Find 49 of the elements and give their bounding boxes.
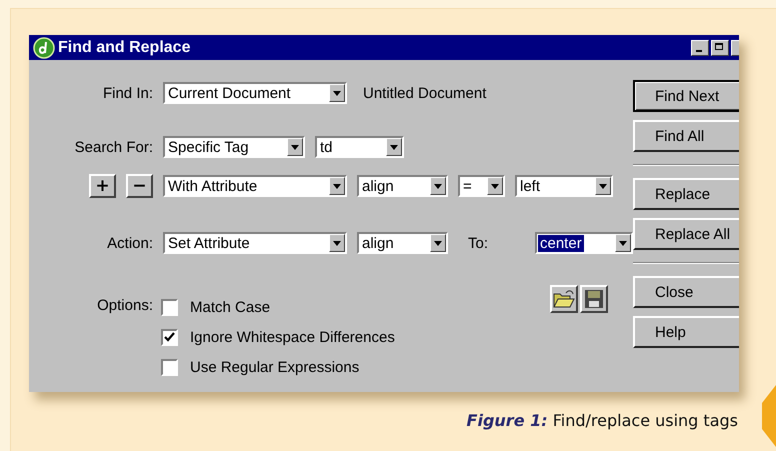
checkbox[interactable] [161, 358, 178, 376]
dropdown[interactable]: Current Document [163, 82, 347, 104]
field-label: Options: [97, 297, 153, 314]
field-label: Find In: [102, 84, 153, 102]
field-label: Action: [107, 234, 153, 252]
maximize-button[interactable] [711, 40, 729, 56]
caret-icon [291, 144, 299, 150]
dialog-button[interactable]: Find All [633, 120, 739, 152]
caret-icon [333, 184, 341, 188]
option-label: Match Case [190, 298, 270, 316]
add-button[interactable]: + [89, 174, 116, 198]
dropdown[interactable]: Set Attribute [163, 232, 347, 254]
caret-icon [599, 184, 607, 188]
dialog-button[interactable]: Find Next [633, 80, 739, 112]
document-name: Untitled Document [363, 84, 486, 102]
dropdown[interactable]: align [357, 232, 448, 254]
caret-icon [491, 184, 499, 188]
checkbox[interactable] [161, 328, 178, 346]
dialog-button[interactable]: Help [633, 316, 739, 348]
dropdown[interactable]: = [458, 175, 505, 197]
figure-caption: Figure 1: Find/replace using tags [466, 411, 738, 430]
dropdown[interactable]: Specific Tag [163, 136, 305, 158]
caret-icon [390, 144, 398, 150]
caret-icon [333, 90, 341, 96]
dialog-button[interactable]: Replace All [633, 218, 739, 250]
caret-icon [434, 240, 442, 246]
caret-icon [434, 184, 442, 188]
option-label: Ignore Whitespace Differences [190, 328, 395, 346]
field-label: Search For: [74, 138, 153, 156]
dropdown[interactable]: With Attribute [163, 175, 347, 197]
open-button[interactable] [550, 285, 578, 313]
remove-button[interactable]: − [126, 174, 153, 198]
dropdown[interactable]: left [515, 175, 613, 197]
dropdown[interactable]: td [315, 136, 404, 158]
field-label: To: [468, 234, 490, 252]
caret-icon [618, 240, 627, 246]
folder-icon [553, 289, 575, 309]
dialog-button[interactable]: Replace [633, 178, 739, 210]
dropdown[interactable]: center [535, 232, 633, 254]
option-label: Use Regular Expressions [190, 358, 360, 376]
save-button[interactable] [580, 285, 608, 313]
window-title: Find and Replace [58, 38, 190, 56]
caret-icon [333, 240, 341, 246]
dropdown[interactable]: align [357, 175, 448, 197]
checkbox[interactable] [161, 298, 178, 316]
minimize-button[interactable] [691, 40, 709, 56]
page-tab-marker [762, 385, 776, 447]
dialog-button[interactable]: Close [633, 276, 739, 308]
app-icon [33, 36, 55, 58]
